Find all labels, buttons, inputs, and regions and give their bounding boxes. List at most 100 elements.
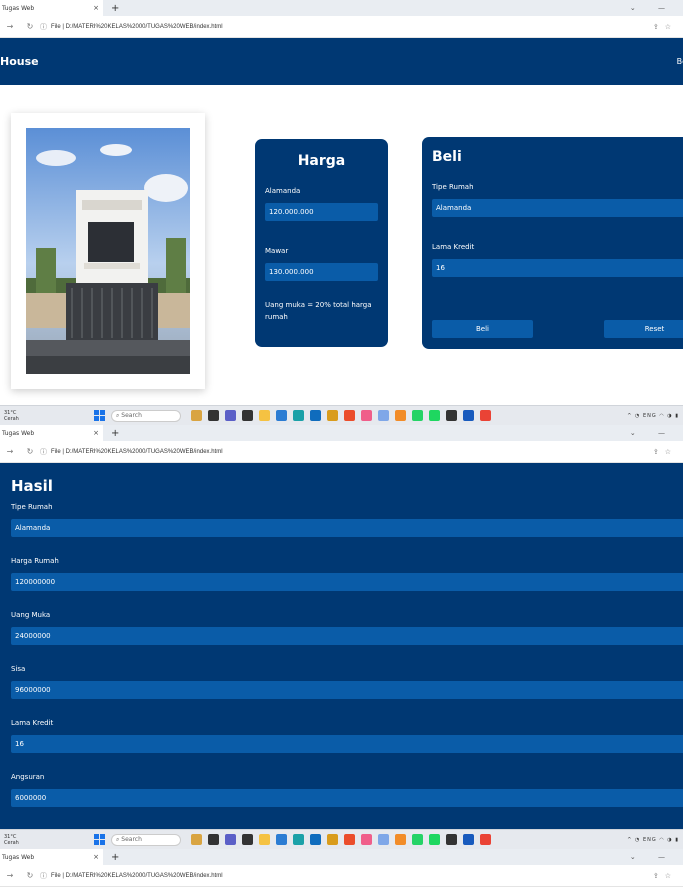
chrome-icon[interactable]	[480, 410, 491, 421]
app-icon[interactable]	[310, 834, 321, 845]
url-field[interactable]: D:/MATERI%20KELAS%2000/TUGAS%20WEB/index…	[66, 873, 223, 879]
reload-icon[interactable]: ↻	[27, 22, 34, 31]
navbar: House Be	[0, 38, 683, 85]
app-icon[interactable]	[395, 834, 406, 845]
result-row: Tipe Rumah Alamanda	[11, 503, 683, 537]
spotify-icon[interactable]	[429, 834, 440, 845]
taskbar-search[interactable]: ⌕ Search	[111, 409, 181, 422]
browser-tab[interactable]: Tugas Web ×	[0, 0, 103, 16]
edge-icon[interactable]	[293, 410, 304, 421]
result-value: 120000000	[11, 573, 683, 591]
app-icon[interactable]	[344, 834, 355, 845]
tipe-rumah-select[interactable]: Alamanda	[432, 199, 683, 217]
result-label: Angsuran	[11, 773, 45, 781]
price-label: Mawar	[265, 247, 289, 255]
result-row: Sisa 96000000	[11, 665, 683, 699]
forward-icon[interactable]: →	[7, 871, 14, 880]
taskbar-apps	[191, 410, 491, 421]
house-photo	[26, 128, 190, 374]
vscode-icon[interactable]	[276, 834, 287, 845]
app-icon[interactable]	[327, 834, 338, 845]
tab-title: Tugas Web	[2, 429, 35, 437]
terminal-icon[interactable]	[446, 410, 457, 421]
edge-icon[interactable]	[293, 834, 304, 845]
window-controls[interactable]: ⌄ —	[630, 429, 675, 437]
info-icon[interactable]: ⓘ	[40, 22, 47, 32]
screen-1: Tugas Web × + ⌄ — → ↻ ⓘ File | D:/MATERI…	[0, 0, 683, 425]
info-icon[interactable]: ⓘ	[40, 447, 47, 457]
result-row: Uang Muka 24000000	[11, 611, 683, 645]
url-field[interactable]: D:/MATERI%20KELAS%2000/TUGAS%20WEB/index…	[66, 449, 223, 455]
tab-close-icon[interactable]: ×	[93, 4, 99, 12]
folder-icon[interactable]	[259, 410, 270, 421]
weather-desc: Cerah	[4, 839, 19, 846]
browser-tab[interactable]: Tugas Web ×	[0, 425, 103, 441]
address-label: File	[51, 23, 61, 30]
taskbar-search[interactable]: ⌕ Search	[111, 833, 181, 846]
windows-start-icon[interactable]	[94, 410, 105, 421]
app-icon[interactable]	[327, 410, 338, 421]
app-icon[interactable]	[208, 410, 219, 421]
harga-title: Harga	[297, 153, 346, 169]
price-item-alamanda: Alamanda 120.000.000	[265, 187, 378, 221]
result-label: Lama Kredit	[11, 719, 54, 727]
address-label: File	[51, 448, 61, 455]
share-star-icons[interactable]: ⇪☆	[653, 872, 677, 880]
price-item-mawar: Mawar 130.000.000	[265, 247, 378, 281]
spotify-icon[interactable]	[429, 410, 440, 421]
browser-tab[interactable]: Tugas Web ×	[0, 849, 103, 865]
tab-close-icon[interactable]: ×	[93, 429, 99, 437]
app-icon[interactable]	[310, 410, 321, 421]
app-icon[interactable]	[378, 410, 389, 421]
system-tray[interactable]: ^ ◔ ENG ◠ ◑ ▮	[627, 837, 679, 843]
app-icon[interactable]	[225, 410, 236, 421]
reload-icon[interactable]: ↻	[27, 871, 34, 880]
info-icon[interactable]: ⓘ	[40, 871, 47, 881]
reset-button[interactable]: Reset	[604, 320, 683, 338]
app-icon[interactable]	[361, 834, 372, 845]
lang-indicator: ENG	[642, 836, 657, 843]
vscode-icon[interactable]	[276, 410, 287, 421]
windows-start-icon[interactable]	[94, 834, 105, 845]
app-icon[interactable]	[242, 834, 253, 845]
tab-close-icon[interactable]: ×	[93, 853, 99, 861]
terminal-icon[interactable]	[446, 834, 457, 845]
app-icon[interactable]	[361, 410, 372, 421]
lama-kredit-input[interactable]: 16	[432, 259, 683, 277]
chrome-icon[interactable]	[480, 834, 491, 845]
lang-indicator: ENG	[642, 412, 657, 419]
forward-icon[interactable]: →	[7, 447, 14, 456]
word-icon[interactable]	[463, 834, 474, 845]
new-tab-button[interactable]: +	[111, 852, 119, 863]
app-icon[interactable]	[191, 834, 202, 845]
app-icon[interactable]	[395, 410, 406, 421]
harga-card: Harga Alamanda 120.000.000 Mawar 130.000…	[255, 139, 388, 347]
new-tab-button[interactable]: +	[111, 3, 119, 14]
weather-widget[interactable]: 31°C Cerah	[0, 410, 40, 422]
reload-icon[interactable]: ↻	[27, 447, 34, 456]
beli-form-card: Beli Tipe Rumah Alamanda Lama Kredit 16 …	[422, 137, 683, 349]
nav-link-beli[interactable]: Be	[677, 57, 683, 66]
word-icon[interactable]	[463, 410, 474, 421]
share-star-icons[interactable]: ⇪☆	[653, 448, 677, 456]
system-tray[interactable]: ^ ◔ ENG ◠ ◑ ▮	[627, 413, 679, 419]
window-controls[interactable]: ⌄ —	[630, 853, 675, 861]
url-field[interactable]: D:/MATERI%20KELAS%2000/TUGAS%20WEB/index…	[66, 24, 223, 30]
app-icon[interactable]	[208, 834, 219, 845]
app-icon[interactable]	[242, 410, 253, 421]
app-icon[interactable]	[225, 834, 236, 845]
address-bar: → ↻ ⓘ File | D:/MATERI%20KELAS%2000/TUGA…	[0, 16, 683, 38]
beli-button[interactable]: Beli	[432, 320, 533, 338]
app-icon[interactable]	[191, 410, 202, 421]
weather-widget[interactable]: 31°C Cerah	[0, 834, 40, 846]
new-tab-button[interactable]: +	[111, 428, 119, 439]
folder-icon[interactable]	[259, 834, 270, 845]
whatsapp-icon[interactable]	[412, 410, 423, 421]
tipe-rumah-label: Tipe Rumah	[432, 183, 474, 191]
app-icon[interactable]	[344, 410, 355, 421]
forward-icon[interactable]: →	[7, 22, 14, 31]
window-controls[interactable]: ⌄ —	[630, 4, 675, 12]
share-star-icons[interactable]: ⇪☆	[653, 23, 677, 31]
app-icon[interactable]	[378, 834, 389, 845]
whatsapp-icon[interactable]	[412, 834, 423, 845]
